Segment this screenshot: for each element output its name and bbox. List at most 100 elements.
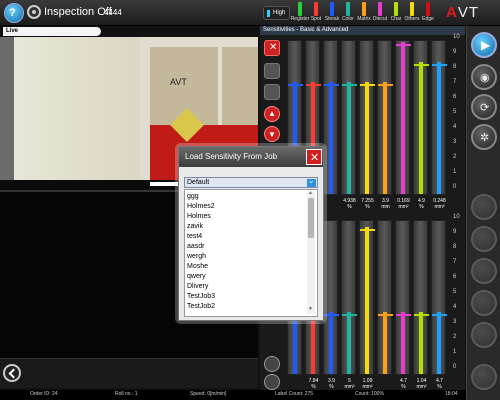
- slider-value: 1.09 mm²: [362, 378, 373, 390]
- brand-logo: AVT: [446, 4, 480, 21]
- lower-slider[interactable]: 4.7%: [431, 220, 447, 390]
- slider-handle[interactable]: [324, 84, 339, 86]
- slider-handle[interactable]: [360, 84, 375, 86]
- start-inspection-button[interactable]: [471, 32, 497, 58]
- lower-slider[interactable]: 1.09 mm²: [359, 220, 375, 390]
- scale-tick: 3: [453, 319, 457, 325]
- slider-handle[interactable]: [432, 64, 447, 66]
- record-icon[interactable]: [471, 290, 497, 316]
- page-down-button[interactable]: [264, 374, 280, 390]
- category-color-icon: [426, 2, 430, 16]
- chevron-down-icon[interactable]: [307, 176, 316, 187]
- slider-fill: [365, 227, 369, 374]
- list-item[interactable]: aasdr: [187, 242, 205, 252]
- list-item[interactable]: qwery: [187, 272, 206, 282]
- back-button[interactable]: [3, 364, 21, 382]
- print-icon[interactable]: [471, 322, 497, 348]
- scroll-up-button[interactable]: [264, 106, 280, 122]
- slider-handle[interactable]: [342, 84, 357, 86]
- scroll-up-icon[interactable]: [308, 190, 314, 197]
- list-item[interactable]: wergh: [187, 252, 206, 262]
- order-id: Order ID: 24: [30, 391, 58, 397]
- slider-handle[interactable]: [342, 314, 357, 316]
- slider-handle[interactable]: [378, 84, 393, 86]
- stop-icon[interactable]: [471, 194, 497, 220]
- list-item[interactable]: Holmes: [187, 212, 211, 222]
- settings-icon[interactable]: ✲: [471, 124, 497, 150]
- list-item[interactable]: TestJob3: [187, 292, 215, 302]
- slider-fill: [383, 312, 387, 374]
- back-icon[interactable]: [471, 258, 497, 284]
- right-control-column: ◉ ⟳ ✲: [466, 26, 500, 400]
- slider-handle[interactable]: [414, 314, 429, 316]
- list-item[interactable]: test4: [187, 232, 202, 242]
- slider-fill: [347, 82, 351, 194]
- scroll-thumb[interactable]: [308, 198, 314, 238]
- scale-tick: 0: [453, 184, 457, 190]
- gear-icon[interactable]: [27, 5, 41, 19]
- upper-slider[interactable]: 4.9%: [413, 40, 429, 210]
- list-item[interactable]: TestJob2: [187, 302, 215, 312]
- left-footer: [0, 358, 258, 388]
- category-color-icon: [298, 2, 302, 16]
- sensitivity-level-toggle[interactable]: High: [263, 6, 290, 20]
- level-indicator-icon: [267, 10, 270, 17]
- slider-handle[interactable]: [432, 314, 447, 316]
- upper-slider[interactable]: 4.938%: [341, 40, 357, 210]
- upper-slider[interactable]: 7.255%: [359, 40, 375, 210]
- page-up-button[interactable]: [264, 356, 280, 372]
- slider-handle[interactable]: [360, 229, 375, 231]
- load-sensitivity-dialog: Load Sensitivity From Job Default gggHol…: [178, 146, 324, 321]
- scale-tick: 8: [453, 64, 457, 70]
- job-list[interactable]: gggHolmes2Holmeszaviktest4aasdrwerghMosh…: [184, 189, 318, 317]
- slider-fill: [437, 312, 441, 374]
- lower-slider[interactable]: 1.04 mm²: [413, 220, 429, 390]
- scale-tick: 6: [453, 274, 457, 280]
- category-edge[interactable]: Edge: [420, 2, 436, 22]
- power-icon[interactable]: [471, 364, 497, 390]
- slider-fill: [419, 62, 423, 194]
- list-item[interactable]: Holmes2: [187, 202, 215, 212]
- job-select-value: Default: [187, 179, 210, 186]
- refresh-icon[interactable]: ⟳: [471, 94, 497, 120]
- slider-fill: [437, 62, 441, 194]
- upper-slider[interactable]: 0.169 mm²: [395, 40, 411, 210]
- list-item[interactable]: Dlivery: [187, 282, 208, 292]
- save-icon[interactable]: [264, 84, 280, 100]
- lower-slider[interactable]: 5 mm²: [341, 220, 357, 390]
- scale-tick: 9: [453, 49, 457, 55]
- inspection-status: Inspection Off: [44, 6, 112, 18]
- category-color-icon: [394, 2, 398, 16]
- category-label: Edge: [422, 16, 434, 22]
- tab-live[interactable]: Live: [3, 27, 101, 36]
- job-select[interactable]: Default: [184, 176, 318, 188]
- scale-tick: 7: [453, 259, 457, 265]
- slider-handle[interactable]: [396, 314, 411, 316]
- list-scrollbar[interactable]: [307, 190, 315, 314]
- lower-slider[interactable]: 4.7%: [395, 220, 411, 390]
- slider-handle[interactable]: [396, 44, 411, 46]
- scroll-down-button[interactable]: [264, 126, 280, 142]
- scroll-down-icon[interactable]: [308, 306, 314, 313]
- slider-handle[interactable]: [288, 84, 303, 86]
- slider-handle[interactable]: [378, 314, 393, 316]
- list-item[interactable]: zavik: [187, 222, 203, 232]
- upper-slider[interactable]: 0.248 mm²: [431, 40, 447, 210]
- scale-tick: 8: [453, 244, 457, 250]
- app-logo-icon[interactable]: ?: [4, 3, 24, 23]
- copy-icon[interactable]: [264, 63, 280, 79]
- dialog-title-bar: Load Sensitivity From Job: [179, 147, 323, 167]
- lower-slider[interactable]: [377, 220, 393, 375]
- camera-icon[interactable]: ◉: [471, 64, 497, 90]
- list-item[interactable]: ggg: [187, 192, 199, 202]
- slider-handle[interactable]: [414, 64, 429, 66]
- slider-handle[interactable]: [306, 84, 321, 86]
- reset-button[interactable]: [264, 40, 280, 56]
- roll-number: Roll no.: 1: [115, 391, 138, 397]
- upper-slider[interactable]: 3.9 mm: [377, 40, 393, 210]
- category-color-icon: [378, 2, 382, 16]
- forward-icon[interactable]: [471, 226, 497, 252]
- close-button[interactable]: [306, 149, 322, 165]
- list-item[interactable]: Moshe: [187, 262, 208, 272]
- slider-fill: [401, 312, 405, 374]
